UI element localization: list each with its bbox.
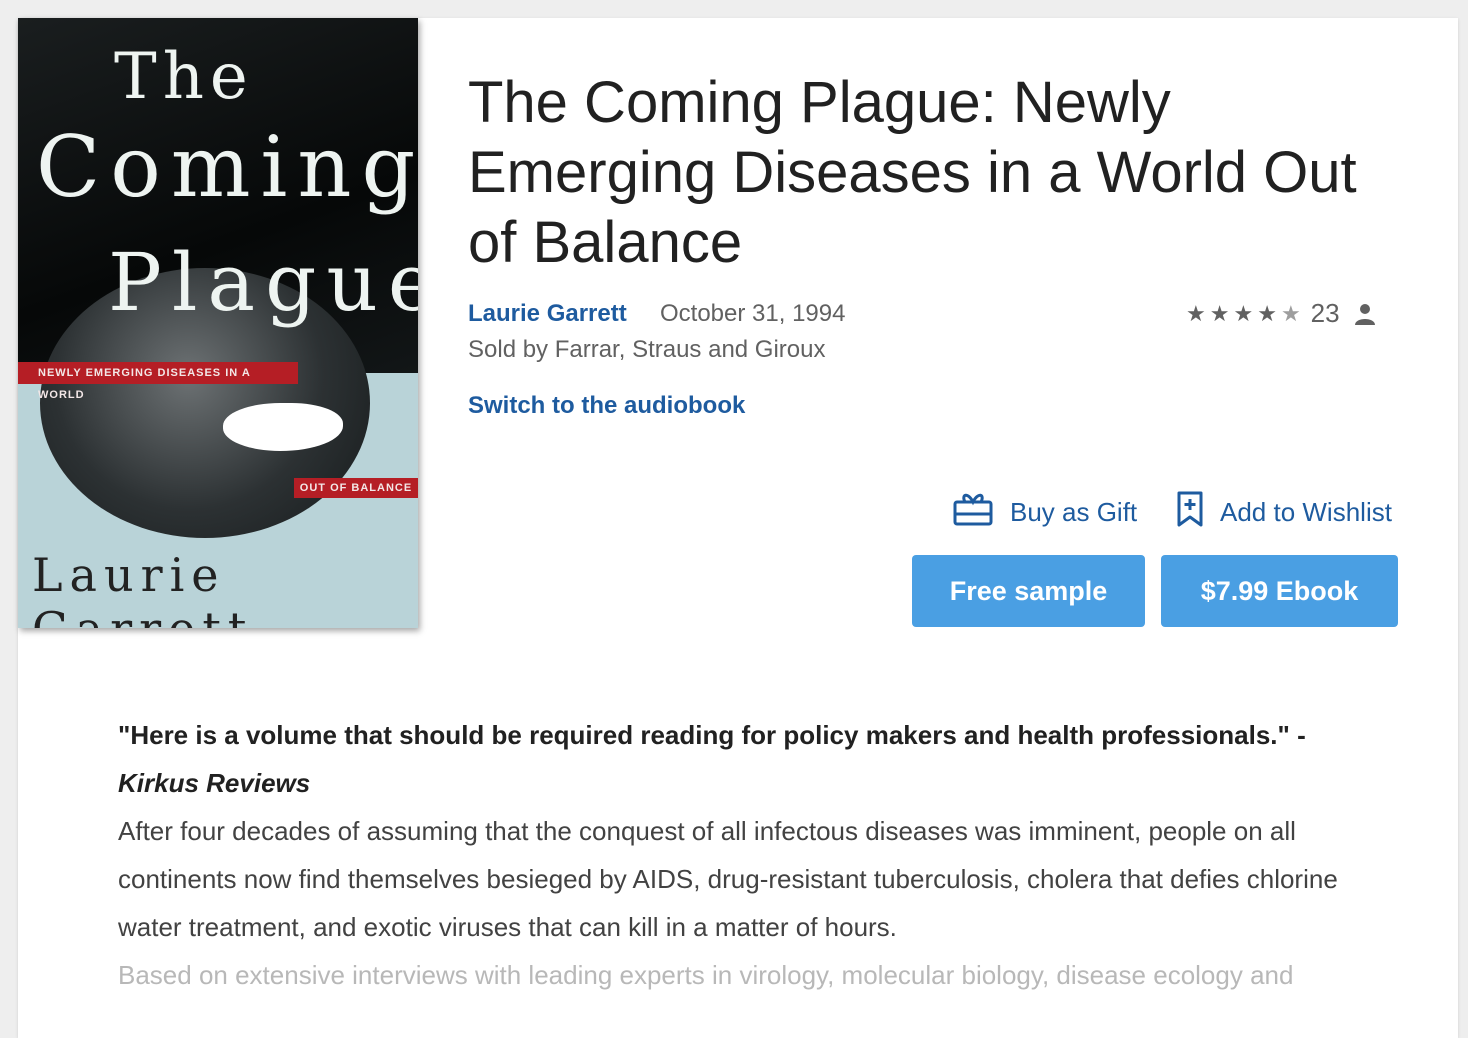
review-source: Kirkus Reviews: [118, 768, 311, 798]
cover-author: Laurie Garrett: [32, 548, 246, 628]
buy-ebook-button[interactable]: $7.99 Ebook: [1161, 555, 1398, 627]
star-icon: ★: [1257, 300, 1277, 326]
add-to-wishlist-label: Add to Wishlist: [1220, 497, 1392, 527]
cover-title-line: Plague: [108, 236, 418, 329]
free-sample-button[interactable]: Free sample: [912, 555, 1145, 627]
gift-card-icon: [952, 490, 994, 535]
buy-as-gift-button[interactable]: Buy as Gift: [952, 490, 1137, 535]
book-description-faded: Based on extensive interviews with leadi…: [118, 960, 1294, 990]
cover-subtitle-band-2: OUT OF BALANCE: [294, 478, 418, 498]
star-icon: ★: [1233, 300, 1254, 326]
review-quote: "Here is a volume that should be require…: [118, 711, 1378, 807]
add-to-wishlist-button[interactable]: Add to Wishlist: [1176, 490, 1392, 535]
cover-title-line: Coming: [36, 118, 418, 216]
author-link[interactable]: Laurie Garrett: [468, 300, 627, 328]
cover-subtitle-band: NEWLY EMERGING DISEASES IN A WORLD: [18, 362, 298, 401]
rating-summary[interactable]: ★ ★ ★ ★ ★ 23: [1186, 298, 1376, 329]
publication-date: October 31, 1994: [660, 300, 846, 327]
bookmark-add-icon: [1176, 490, 1204, 535]
buy-as-gift-label: Buy as Gift: [1010, 497, 1138, 527]
star-icon: ★: [1186, 300, 1206, 326]
star-icon: ★: [1209, 300, 1230, 326]
book-cover[interactable]: The Coming Plague NEWLY EMERGING DISEASE…: [18, 18, 418, 628]
book-description: After four decades of assuming that the …: [118, 816, 1338, 942]
book-title: The Coming Plague: Newly Emerging Diseas…: [468, 70, 1357, 275]
review-quote-text: "Here is a volume that should be require…: [118, 720, 1306, 750]
book-details-card: The Coming Plague NEWLY EMERGING DISEASE…: [18, 18, 1458, 1038]
rating-count: 23: [1310, 298, 1340, 328]
seller-info: Sold by Farrar, Straus and Giroux: [468, 336, 826, 363]
star-rating: ★ ★ ★ ★ ★: [1186, 300, 1301, 326]
person-icon: [1354, 302, 1376, 326]
switch-to-audiobook-link[interactable]: Switch to the audiobook: [468, 392, 745, 420]
cover-title-line: The: [114, 40, 254, 114]
half-star-icon: ★: [1280, 300, 1301, 326]
